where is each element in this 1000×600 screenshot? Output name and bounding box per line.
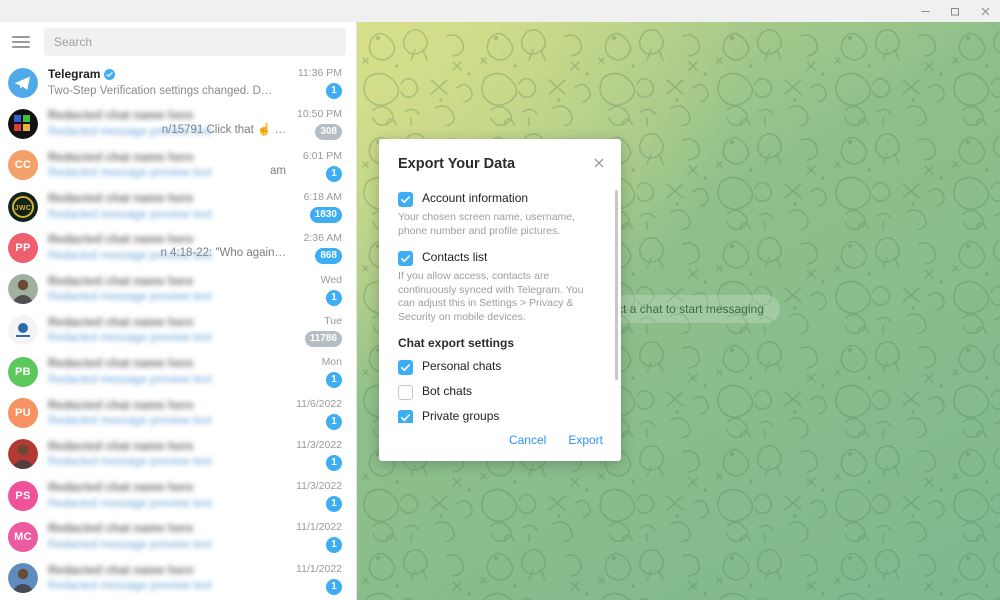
dialog-title: Export Your Data xyxy=(398,156,516,172)
close-icon xyxy=(594,158,604,168)
option-label: Private groups xyxy=(422,409,500,423)
dialog-option[interactable]: Contacts list xyxy=(398,250,603,266)
checkbox[interactable] xyxy=(398,251,413,266)
checkmark-icon xyxy=(401,413,410,421)
chat-export-settings-title: Chat export settings xyxy=(398,336,515,350)
chat-export-option[interactable]: Private groups xyxy=(398,404,603,423)
checkbox[interactable] xyxy=(398,359,413,375)
option-hint: Your chosen screen name, username, phone… xyxy=(398,211,576,237)
dialog-scrollbar[interactable] xyxy=(615,190,618,380)
option-hint: If you allow access, contacts are contin… xyxy=(398,270,584,323)
checkbox[interactable] xyxy=(398,409,413,423)
telegram-desktop-window: Search Telegram Two-Step Verification set… xyxy=(0,0,1000,600)
dialog-close-button[interactable] xyxy=(589,153,609,173)
dialog-option[interactable]: Account information xyxy=(398,191,603,207)
cancel-button[interactable]: Cancel xyxy=(509,433,546,447)
dialog-body[interactable]: Account information Your chosen screen na… xyxy=(379,182,621,423)
option-label: Account information xyxy=(422,191,529,205)
option-label: Contacts list xyxy=(422,250,488,264)
chat-export-option[interactable]: Bot chats xyxy=(398,379,603,404)
option-label: Bot chats xyxy=(422,384,473,398)
checkmark-icon xyxy=(401,196,410,204)
dialog-option-group: Account information Your chosen screen na… xyxy=(398,191,603,238)
option-label: Personal chats xyxy=(422,359,502,373)
checkmark-icon xyxy=(401,255,410,263)
checkbox[interactable] xyxy=(398,384,413,400)
export-data-dialog: Export Your Data Account information Your… xyxy=(379,139,621,461)
dialog-header: Export Your Data xyxy=(379,139,621,182)
chat-export-option[interactable]: Personal chats xyxy=(398,354,603,379)
dialog-footer: Cancel Export xyxy=(379,423,621,461)
checkmark-icon xyxy=(401,363,410,371)
export-button[interactable]: Export xyxy=(568,433,603,447)
checkbox[interactable] xyxy=(398,192,413,207)
dialog-option-group: Contacts list If you allow access, contac… xyxy=(398,250,603,324)
